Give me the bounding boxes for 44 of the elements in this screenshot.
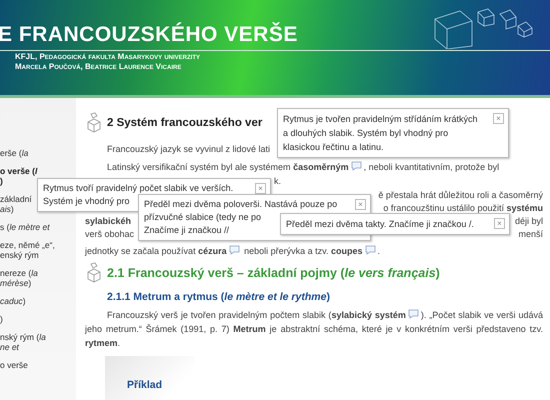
paragraph-fragment: verš obohac (85, 228, 134, 241)
sidebar-item[interactable]: caduc) (0, 296, 76, 306)
paragraph-fragment: o francouzštinu ustálilo použití systému (383, 202, 543, 215)
tooltip-text: Rytmus tvoří pravidelný počet slabik ve verších. (43, 182, 234, 195)
close-button[interactable]: × (355, 199, 366, 210)
subsubsection-title: 2.1.1 Metrum a rytmus (le mètre et le rythme) (106, 290, 331, 304)
comment-icon[interactable] (350, 161, 362, 171)
paragraph: Francouzský verš je tvořen pravidelným počtem slabik (sylabický systém ). „Počet slabik ve verši udává jeho metrum.“ Šrámek (1991, p. 7) Metrum je abstraktní schéma, které je v konkrétním verši představeno tzv. rytmem. (85, 308, 543, 350)
cube-icon (85, 112, 103, 134)
sidebar-item[interactable]: ) (0, 314, 76, 324)
sidebar-item[interactable]: nereze (la mérèse) (0, 268, 76, 288)
paragraph-fragment: déji byl (514, 215, 543, 228)
tooltip-text: Předěl mezi dvěma takty. Značíme ji značkou /. (286, 218, 474, 231)
close-button[interactable]: × (255, 183, 266, 194)
tooltip-text: a dlouhých slabik. Systém byl vhodný pro (283, 127, 448, 140)
section-title: 2 Systém francouzského ver (107, 116, 262, 130)
tooltip-text: přízvučné slabice (tedy ne po (144, 211, 262, 224)
paragraph-line: Latinský versifikační systém byl ale systémem časoměrným , neboli kvantitativním, protože byl (107, 160, 500, 174)
sidebar-item[interactable]: eze, němé „e“, enský rým (0, 240, 76, 260)
paragraph-fragment: sylabickéh (85, 215, 132, 228)
close-button[interactable]: × (494, 218, 505, 229)
sidebar-item[interactable]: s (le mètre et (0, 222, 76, 232)
header-subtitle: KFJL, Pedagogická fakulta Masarykovy univerzity (15, 52, 202, 62)
subsection-title: 2.1 Francouzský verš – základní pojmy (le vers français) (107, 266, 440, 280)
cube-icon (85, 262, 103, 284)
comment-icon[interactable] (364, 245, 376, 255)
sidebar-item[interactable]: nský rým (la ne et (0, 332, 76, 352)
paragraph-line: k. (274, 175, 282, 188)
close-button[interactable]: × (493, 113, 504, 124)
comment-icon[interactable] (408, 309, 419, 319)
paragraph-line: jednotky se začala používat cézura neboli přerývka a tzv. coupes . (85, 245, 380, 258)
tooltip-text: Předěl mezi dvěma poloverši. Nastává pouze po (144, 198, 338, 211)
tooltip-text: klasickou řečtinu a latinu. (283, 141, 384, 154)
paragraph: Francouzský jazyk se vyvinul z lidové lati (107, 143, 270, 156)
tooltip-text: Rytmus je tvořen pravidelným střídáním krátkých (283, 113, 478, 126)
tooltip-text: Systém je vhodný pro (43, 195, 130, 208)
sidebar-item[interactable]: erše (la (0, 148, 76, 158)
comment-icon[interactable] (228, 245, 240, 255)
paragraph-fragment: menší (518, 228, 543, 241)
header-subtitle: Marcela Poučová, Beatrice Laurence Vicaire (15, 62, 182, 72)
paragraph-fragment: ě přestala hrát důležitou roli a časoměrný (378, 189, 543, 202)
tooltip-text: Značíme ji značkou // (144, 224, 230, 237)
sidebar-item[interactable]: o verše (0, 360, 76, 370)
example-title: Příklad (127, 379, 162, 391)
